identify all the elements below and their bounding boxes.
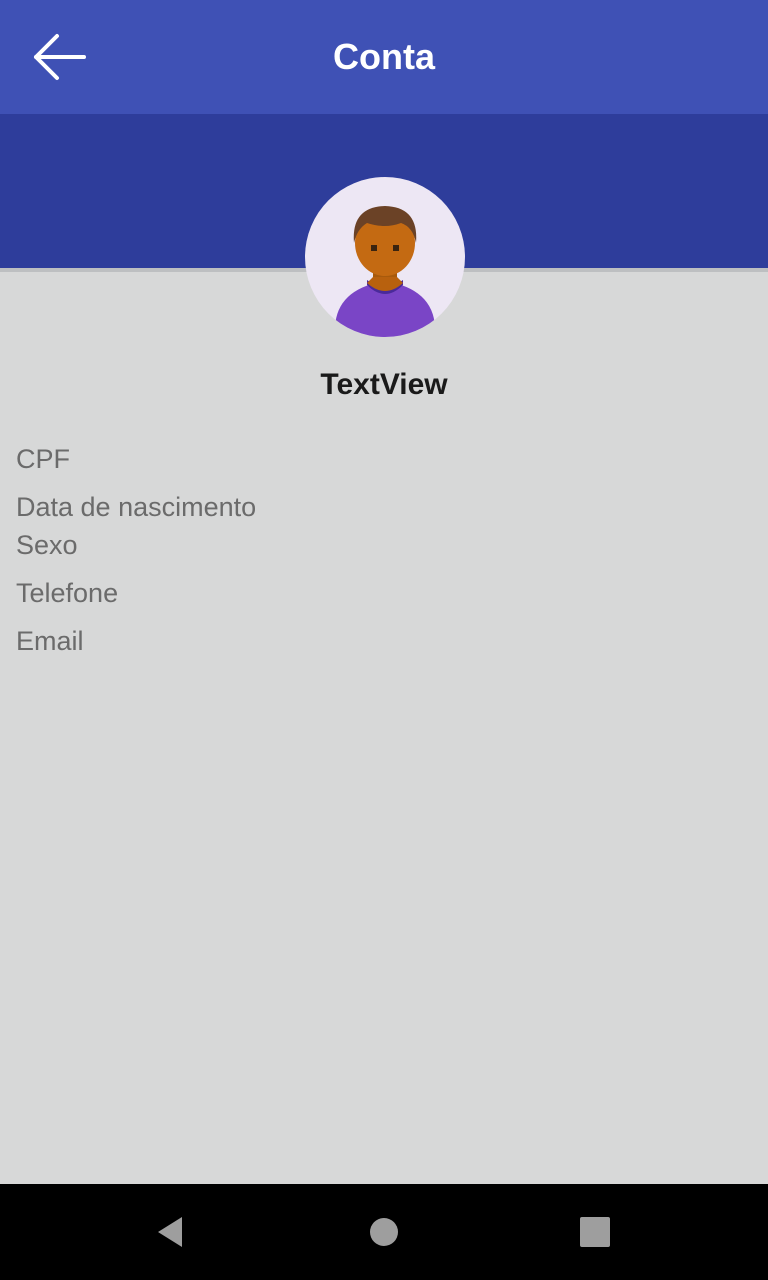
phone-label: Telefone xyxy=(16,578,119,608)
sex-label: Sexo xyxy=(16,530,78,560)
birth-date-label: Data de nascimento xyxy=(16,492,257,522)
cpf-label: CPF xyxy=(16,444,70,474)
back-button[interactable] xyxy=(20,22,100,92)
nav-home-button[interactable] xyxy=(348,1198,420,1266)
email-label: Email xyxy=(16,626,84,656)
person-avatar-icon xyxy=(335,206,435,337)
square-recents-icon xyxy=(580,1217,610,1247)
account-screen: Conta TextView CPF Data de nascimento Se… xyxy=(0,0,768,1280)
nav-recents-button[interactable] xyxy=(559,1198,631,1266)
arrow-left-icon xyxy=(34,34,86,80)
system-navigation-bar xyxy=(0,1184,768,1280)
page-title: Conta xyxy=(333,36,435,77)
circle-home-icon xyxy=(370,1218,398,1246)
nav-back-button[interactable] xyxy=(134,1198,206,1266)
triangle-back-icon xyxy=(158,1217,182,1247)
app-bar: Conta xyxy=(0,0,768,114)
avatar[interactable] xyxy=(305,177,465,337)
profile-name: TextView xyxy=(320,368,448,401)
